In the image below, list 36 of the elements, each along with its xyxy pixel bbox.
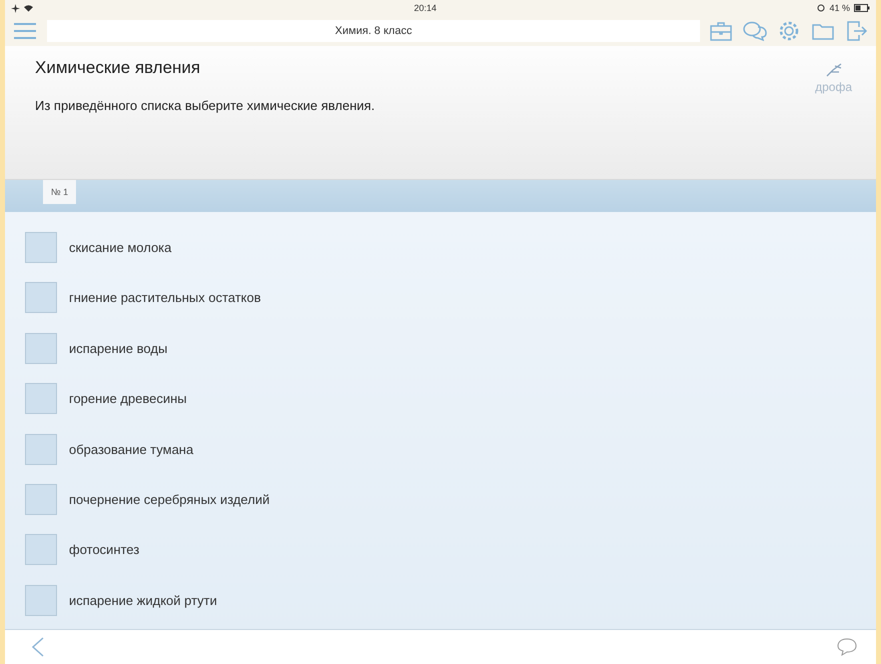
question-tab[interactable]: № 1 xyxy=(43,180,76,204)
chat-bubbles-icon xyxy=(743,21,767,41)
battery-icon xyxy=(854,4,870,12)
exit-icon xyxy=(846,20,868,42)
settings-icon xyxy=(778,20,800,42)
speech-bubble-icon xyxy=(836,637,858,657)
answer-checkbox[interactable] xyxy=(25,434,57,465)
answer-option: почернение серебряных изделий xyxy=(69,492,270,507)
answer-option: скисание молока xyxy=(69,240,172,255)
answer-checkbox[interactable] xyxy=(25,232,57,263)
answer-checkbox[interactable] xyxy=(25,383,57,414)
briefcase-icon xyxy=(710,21,732,41)
battery-percent: 41 % xyxy=(829,3,850,13)
answer-option: горение древесины xyxy=(69,391,187,406)
answer-option: фотосинтез xyxy=(69,542,140,558)
answer-option: испарение жидкой ртути xyxy=(69,592,218,608)
airplane-icon xyxy=(11,4,20,12)
answer-option: образование тумана xyxy=(69,442,194,457)
app-title: Химия. 8 класс xyxy=(47,20,700,42)
answer-option: испарение воды xyxy=(69,340,168,356)
folder-icon xyxy=(812,22,834,40)
menu-button[interactable] xyxy=(11,20,39,42)
publisher-logo-text: дрофа xyxy=(815,80,852,94)
answer-checkbox[interactable] xyxy=(25,534,57,566)
menu-icon xyxy=(11,20,39,42)
task-instruction: Из приведённого списка выберите химические явления. xyxy=(35,98,375,113)
answer-checkbox[interactable] xyxy=(25,484,57,515)
answer-option: гниение растительных остатков xyxy=(69,290,261,306)
task-title: Химические явления xyxy=(35,58,200,78)
answer-checkbox[interactable] xyxy=(25,332,57,364)
answer-checkbox[interactable] xyxy=(25,584,57,616)
chat-button[interactable] xyxy=(742,19,768,43)
clock-time: 20:14 xyxy=(414,3,436,13)
answer-checkbox[interactable] xyxy=(25,282,57,314)
wifi-icon xyxy=(24,4,33,12)
chevron-left-icon xyxy=(31,636,45,658)
